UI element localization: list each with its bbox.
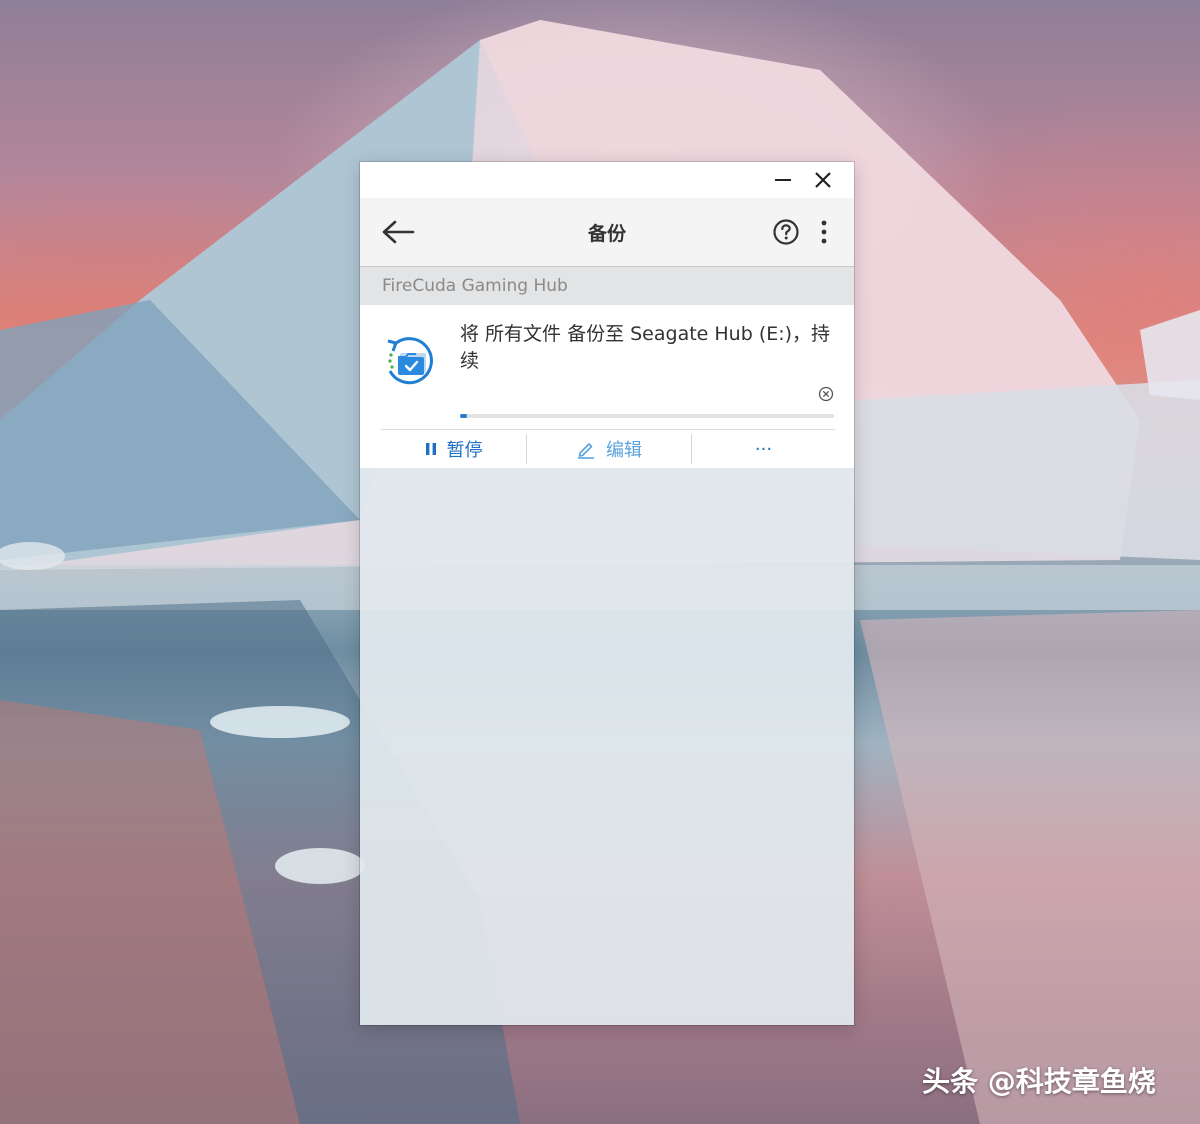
pause-label: 暂停 — [446, 440, 483, 461]
help-button[interactable] — [770, 216, 802, 248]
close-button[interactable] — [808, 166, 838, 194]
backup-app-window: 备份 FireCuda Gaming Hub 将 所有文件 备份至 Seagat… — [360, 162, 854, 1025]
title-bar — [360, 162, 854, 198]
close-icon — [815, 172, 831, 188]
more-options-button[interactable] — [812, 216, 836, 248]
edit-button[interactable]: 编辑 — [527, 430, 691, 468]
close-circle-icon — [818, 386, 834, 402]
pause-icon — [425, 442, 437, 456]
minimize-button[interactable] — [768, 166, 798, 194]
pause-button[interactable]: 暂停 — [381, 430, 526, 468]
device-name: FireCuda Gaming Hub — [382, 276, 568, 296]
card-actions: 暂停 编辑 ··· — [381, 430, 835, 468]
backup-progress-bar — [460, 414, 834, 418]
backup-progress-fill — [460, 414, 468, 418]
dismiss-button[interactable] — [817, 385, 835, 403]
backup-folder-sync-icon — [387, 337, 433, 385]
more-actions-button[interactable]: ··· — [692, 430, 835, 468]
edit-label: 编辑 — [606, 440, 642, 461]
pencil-icon — [576, 439, 596, 459]
backup-description: 将 所有文件 备份至 Seagate Hub (E:)，持续 — [460, 323, 831, 372]
device-section-header: FireCuda Gaming Hub — [360, 267, 854, 305]
minimize-icon — [775, 179, 791, 181]
more-horizontal-icon: ··· — [754, 438, 773, 460]
backup-plan-card[interactable]: 将 所有文件 备份至 Seagate Hub (E:)，持续 暂停 编辑 ··· — [360, 305, 854, 468]
more-vertical-icon — [821, 220, 827, 244]
app-header: 备份 — [360, 198, 854, 267]
question-circle-icon — [773, 219, 799, 245]
watermark: 头条 @科技章鱼烧 — [922, 1065, 1156, 1098]
